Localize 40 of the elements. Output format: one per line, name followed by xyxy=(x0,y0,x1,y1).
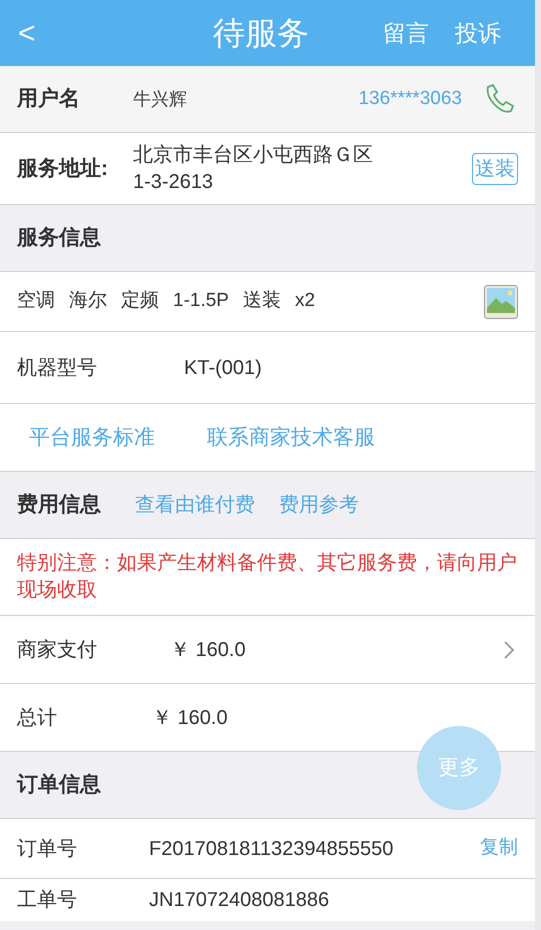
field-label: 总计 xyxy=(17,706,58,730)
product-spec: 1-1.5P xyxy=(173,289,229,314)
fee-link[interactable]: 费用参考 xyxy=(279,490,359,520)
field-label: 订单号 xyxy=(17,836,78,862)
field-label: 工单号 xyxy=(17,888,78,913)
page-title: 待服务 xyxy=(213,14,309,53)
section-title: 费用信息 xyxy=(17,492,101,518)
product-spec: 海尔 xyxy=(69,289,107,314)
copy-button[interactable]: 复制 xyxy=(480,834,518,863)
chevron-right-icon[interactable] xyxy=(503,640,515,660)
field-label: 机器型号 xyxy=(17,356,98,380)
product-spec: 空调 xyxy=(17,289,55,314)
service-link[interactable]: 平台服务标准 xyxy=(29,422,155,454)
address-line: 北京市丰台区小屯西路Ｇ区 xyxy=(133,142,373,168)
order-number: JN17072408081886 xyxy=(149,888,330,913)
product-spec: 送装 xyxy=(242,289,281,314)
address-line: 1-3-2613 xyxy=(133,170,214,194)
customer-name: 牛兴辉 xyxy=(133,88,187,110)
section-title: 订单信息 xyxy=(17,772,101,798)
phone-link[interactable]: 136****3063 xyxy=(358,84,462,114)
service-link[interactable]: 联系商家技术客服 xyxy=(207,422,375,454)
field-label: 用户名 xyxy=(17,86,81,112)
product-spec: x2 xyxy=(294,289,316,314)
header-link[interactable]: 投诉 xyxy=(455,16,501,50)
header-link[interactable]: 留言 xyxy=(383,16,429,50)
order-number: F201708181132394855550 xyxy=(149,836,394,862)
section-title: 服务信息 xyxy=(17,225,101,252)
phone-icon[interactable] xyxy=(484,83,516,115)
notice-text: 特别注意：如果产生材料备件费、其它服务费，请向用户现场收取 xyxy=(17,551,518,603)
model-number: KT-(001) xyxy=(184,356,262,380)
amount-value: ￥ 160.0 xyxy=(152,706,228,730)
product-spec: 定频 xyxy=(121,289,159,314)
amount-value: ￥ 160.0 xyxy=(170,638,246,662)
back-button[interactable]: < xyxy=(18,10,58,56)
field-label: 服务地址: xyxy=(17,156,109,182)
image-thumbnail-icon[interactable] xyxy=(484,284,518,318)
service-tag: 送装 xyxy=(472,152,518,184)
field-label: 商家支付 xyxy=(17,638,98,662)
payment-row[interactable]: 商家支付 ￥ 160.0 xyxy=(0,616,535,684)
fee-link[interactable]: 查看由谁付费 xyxy=(135,490,255,520)
